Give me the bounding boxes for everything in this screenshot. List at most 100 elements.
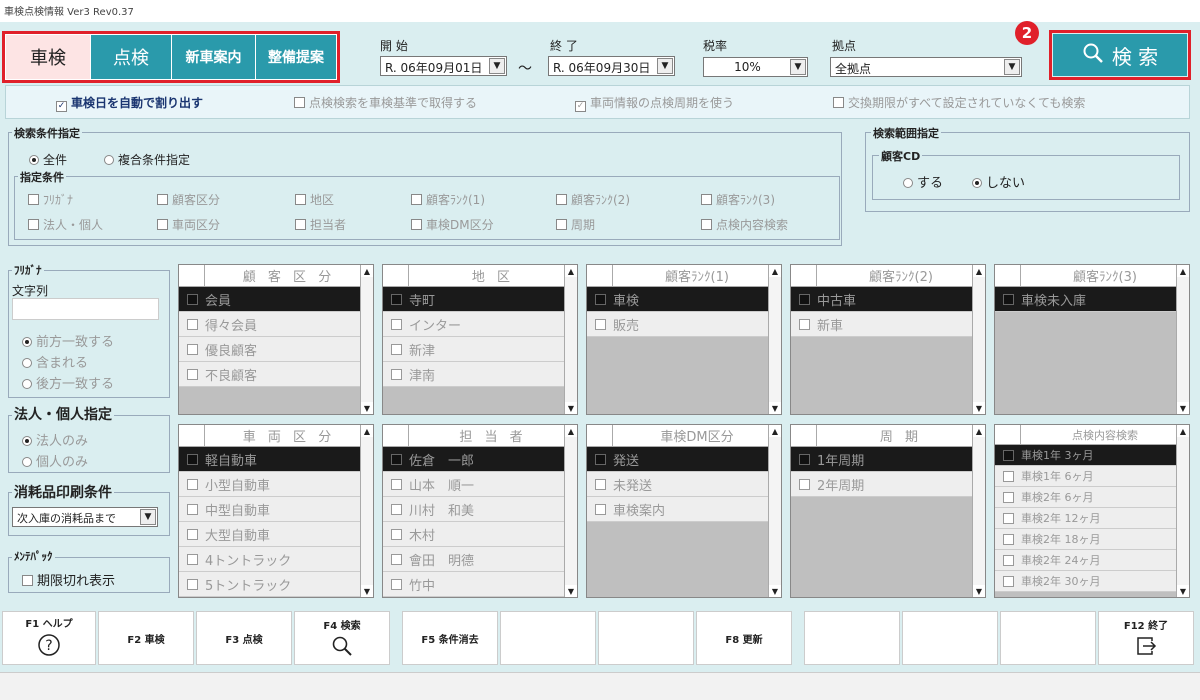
scrollbar[interactable]: ▲ ▼ — [564, 425, 577, 597]
list-rank3[interactable]: 顧客ﾗﾝｸ(3) 車検未入庫 ▲ ▼ — [994, 264, 1190, 415]
check-dm-class[interactable]: 車検DM区分 — [411, 216, 494, 233]
check-rank1[interactable]: 顧客ﾗﾝｸ(1) — [411, 191, 485, 208]
radio-contains[interactable]: 含まれる — [22, 352, 88, 371]
tab-shaken[interactable]: 車検 — [6, 35, 90, 79]
check-rank3[interactable]: 顧客ﾗﾝｸ(3) — [701, 191, 775, 208]
scrollbar[interactable]: ▲ ▼ — [564, 265, 577, 414]
list-item[interactable]: 竹中 — [383, 572, 577, 597]
f8-update-button[interactable]: F8 更新 — [696, 611, 792, 665]
check-furigana[interactable]: ﾌﾘｶﾞﾅ — [28, 191, 73, 208]
scrollbar[interactable]: ▲ ▼ — [360, 265, 373, 414]
consumables-select[interactable]: 次入庫の消耗品まで ▼ — [12, 507, 158, 527]
scrollbar[interactable]: ▲ ▼ — [1176, 265, 1189, 414]
check-vehicle-class[interactable]: 車両区分 — [157, 216, 220, 233]
list-vehicle-class[interactable]: 車 両 区 分 軽自動車 小型自動車 中型自動車 大型自動車 4トントラック 5… — [178, 424, 374, 598]
list-item[interactable]: 車検2年 30ヶ月 — [995, 571, 1189, 592]
list-item[interactable]: 車検2年 12ヶ月 — [995, 508, 1189, 529]
list-item[interactable]: 木村 — [383, 522, 577, 547]
list-cycle[interactable]: 周 期 1年周期 2年周期 ▲ ▼ — [790, 424, 986, 598]
list-item[interactable]: 未発送 — [587, 472, 781, 497]
list-dm-class[interactable]: 車検DM区分 発送 未発送 車検案内 ▲ ▼ — [586, 424, 782, 598]
list-item[interactable]: 2年周期 — [791, 472, 985, 497]
scrollbar[interactable]: ▲ ▼ — [1176, 425, 1189, 597]
check-inspection-search[interactable]: 点検内容検索 — [701, 216, 788, 233]
tab-tenken[interactable]: 点検 — [91, 35, 171, 79]
list-item[interactable]: 得々会員 — [179, 312, 373, 337]
list-staff[interactable]: 担 当 者 佐倉 一郎 山本 順一 川村 和美 木村 會田 明德 竹中 ▲ ▼ — [382, 424, 578, 598]
option-vehicle-cycle[interactable]: ✓ 車両情報の点検周期を使う — [575, 94, 734, 112]
option-exchange-deadline[interactable]: 交換期限がすべて設定されていなくても検索 — [833, 94, 1085, 111]
f10-button[interactable] — [902, 611, 998, 665]
check-area[interactable]: 地区 — [295, 191, 334, 208]
list-rank1[interactable]: 顧客ﾗﾝｸ(1) 車検 販売 ▲ ▼ — [586, 264, 782, 415]
radio-corp-only[interactable]: 法人のみ — [22, 430, 88, 449]
list-item[interactable]: 車検2年 24ヶ月 — [995, 550, 1189, 571]
search-button[interactable]: 検 索 — [1053, 34, 1187, 76]
f7-button[interactable] — [598, 611, 694, 665]
check-expired[interactable]: 期限切れ表示 — [22, 570, 115, 589]
list-item[interactable]: 車検1年 6ヶ月 — [995, 466, 1189, 487]
list-item[interactable]: インター — [383, 312, 577, 337]
f11-button[interactable] — [1000, 611, 1096, 665]
scrollbar[interactable]: ▲ ▼ — [768, 425, 781, 597]
list-item[interactable]: 中古車 — [791, 287, 985, 312]
radio-prefix[interactable]: 前方一致する — [22, 331, 114, 350]
list-item[interactable]: 車検未入庫 — [995, 287, 1189, 312]
list-item[interactable]: 不良顧客 — [179, 362, 373, 387]
check-staff[interactable]: 担当者 — [295, 216, 346, 233]
list-item[interactable]: 津南 — [383, 362, 577, 387]
check-corp-individual[interactable]: 法人・個人 — [28, 216, 103, 233]
list-item[interactable]: 寺町 — [383, 287, 577, 312]
f12-exit-button[interactable]: F12 終了 — [1098, 611, 1194, 665]
check-cycle[interactable]: 周期 — [556, 216, 595, 233]
list-item[interactable]: 5トントラック — [179, 572, 373, 597]
radio-multi[interactable]: 複合条件指定 — [104, 151, 190, 168]
radio-range-no[interactable]: しない — [972, 172, 1025, 191]
list-item[interactable]: 會田 明德 — [383, 547, 577, 572]
list-item[interactable]: 優良顧客 — [179, 337, 373, 362]
scrollbar[interactable]: ▲ ▼ — [768, 265, 781, 414]
scrollbar[interactable]: ▲ ▼ — [972, 265, 985, 414]
check-rank2[interactable]: 顧客ﾗﾝｸ(2) — [556, 191, 630, 208]
f3-tenken-button[interactable]: F3 点検 — [196, 611, 292, 665]
list-item[interactable]: 小型自動車 — [179, 472, 373, 497]
list-item[interactable]: 1年周期 — [791, 447, 985, 472]
check-customer-class[interactable]: 顧客区分 — [157, 191, 220, 208]
list-area[interactable]: 地 区 寺町 インター 新津 津南 ▲ ▼ — [382, 264, 578, 415]
f5-clear-button[interactable]: F5 条件消去 — [402, 611, 498, 665]
list-item[interactable]: 川村 和美 — [383, 497, 577, 522]
end-date-picker[interactable]: R. 06年09月30日 ▼ — [548, 56, 675, 76]
radio-range-yes[interactable]: する — [903, 172, 943, 191]
base-select[interactable]: 全拠点 ▼ — [830, 57, 1022, 77]
radio-individual-only[interactable]: 個人のみ — [22, 451, 88, 470]
list-inspection-content[interactable]: 点検内容検索 車検1年 3ヶ月 車検1年 6ヶ月 車検2年 6ヶ月 車検2年 1… — [994, 424, 1190, 598]
tax-select[interactable]: 10% ▼ — [703, 57, 808, 77]
tab-new-car[interactable]: 新車案内 — [172, 35, 255, 79]
tab-maintenance-proposal[interactable]: 整備提案 — [256, 35, 336, 79]
f1-help-button[interactable]: F1 ヘルプ? — [2, 611, 96, 665]
list-item[interactable]: 佐倉 一郎 — [383, 447, 577, 472]
f4-search-button[interactable]: F4 検索 — [294, 611, 390, 665]
option-auto-shaken-date[interactable]: ✓ 車検日を自動で割り出す — [56, 94, 203, 112]
list-item[interactable]: 山本 順一 — [383, 472, 577, 497]
list-item[interactable]: 車検2年 6ヶ月 — [995, 487, 1189, 508]
list-item[interactable]: 新津 — [383, 337, 577, 362]
list-item[interactable]: 4トントラック — [179, 547, 373, 572]
list-customer-class[interactable]: 顧 客 区 分 会員 得々会員 優良顧客 不良顧客 ▲ ▼ — [178, 264, 374, 415]
furigana-input[interactable] — [12, 298, 159, 320]
option-tenken-shaken-basis[interactable]: 点検検索を車検基準で取得する — [294, 94, 477, 111]
list-item[interactable]: 新車 — [791, 312, 985, 337]
list-item[interactable]: 軽自動車 — [179, 447, 373, 472]
list-item[interactable]: 大型自動車 — [179, 522, 373, 547]
list-item[interactable]: 発送 — [587, 447, 781, 472]
radio-all[interactable]: 全件 — [29, 151, 67, 168]
list-rank2[interactable]: 顧客ﾗﾝｸ(2) 中古車 新車 ▲ ▼ — [790, 264, 986, 415]
f9-button[interactable] — [804, 611, 900, 665]
list-item[interactable]: 車検案内 — [587, 497, 781, 522]
f2-shaken-button[interactable]: F2 車検 — [98, 611, 194, 665]
f6-button[interactable] — [500, 611, 596, 665]
list-item[interactable]: 車検 — [587, 287, 781, 312]
list-item[interactable]: 中型自動車 — [179, 497, 373, 522]
start-date-picker[interactable]: R. 06年09月01日 ▼ — [380, 56, 507, 76]
list-item[interactable]: 会員 — [179, 287, 373, 312]
